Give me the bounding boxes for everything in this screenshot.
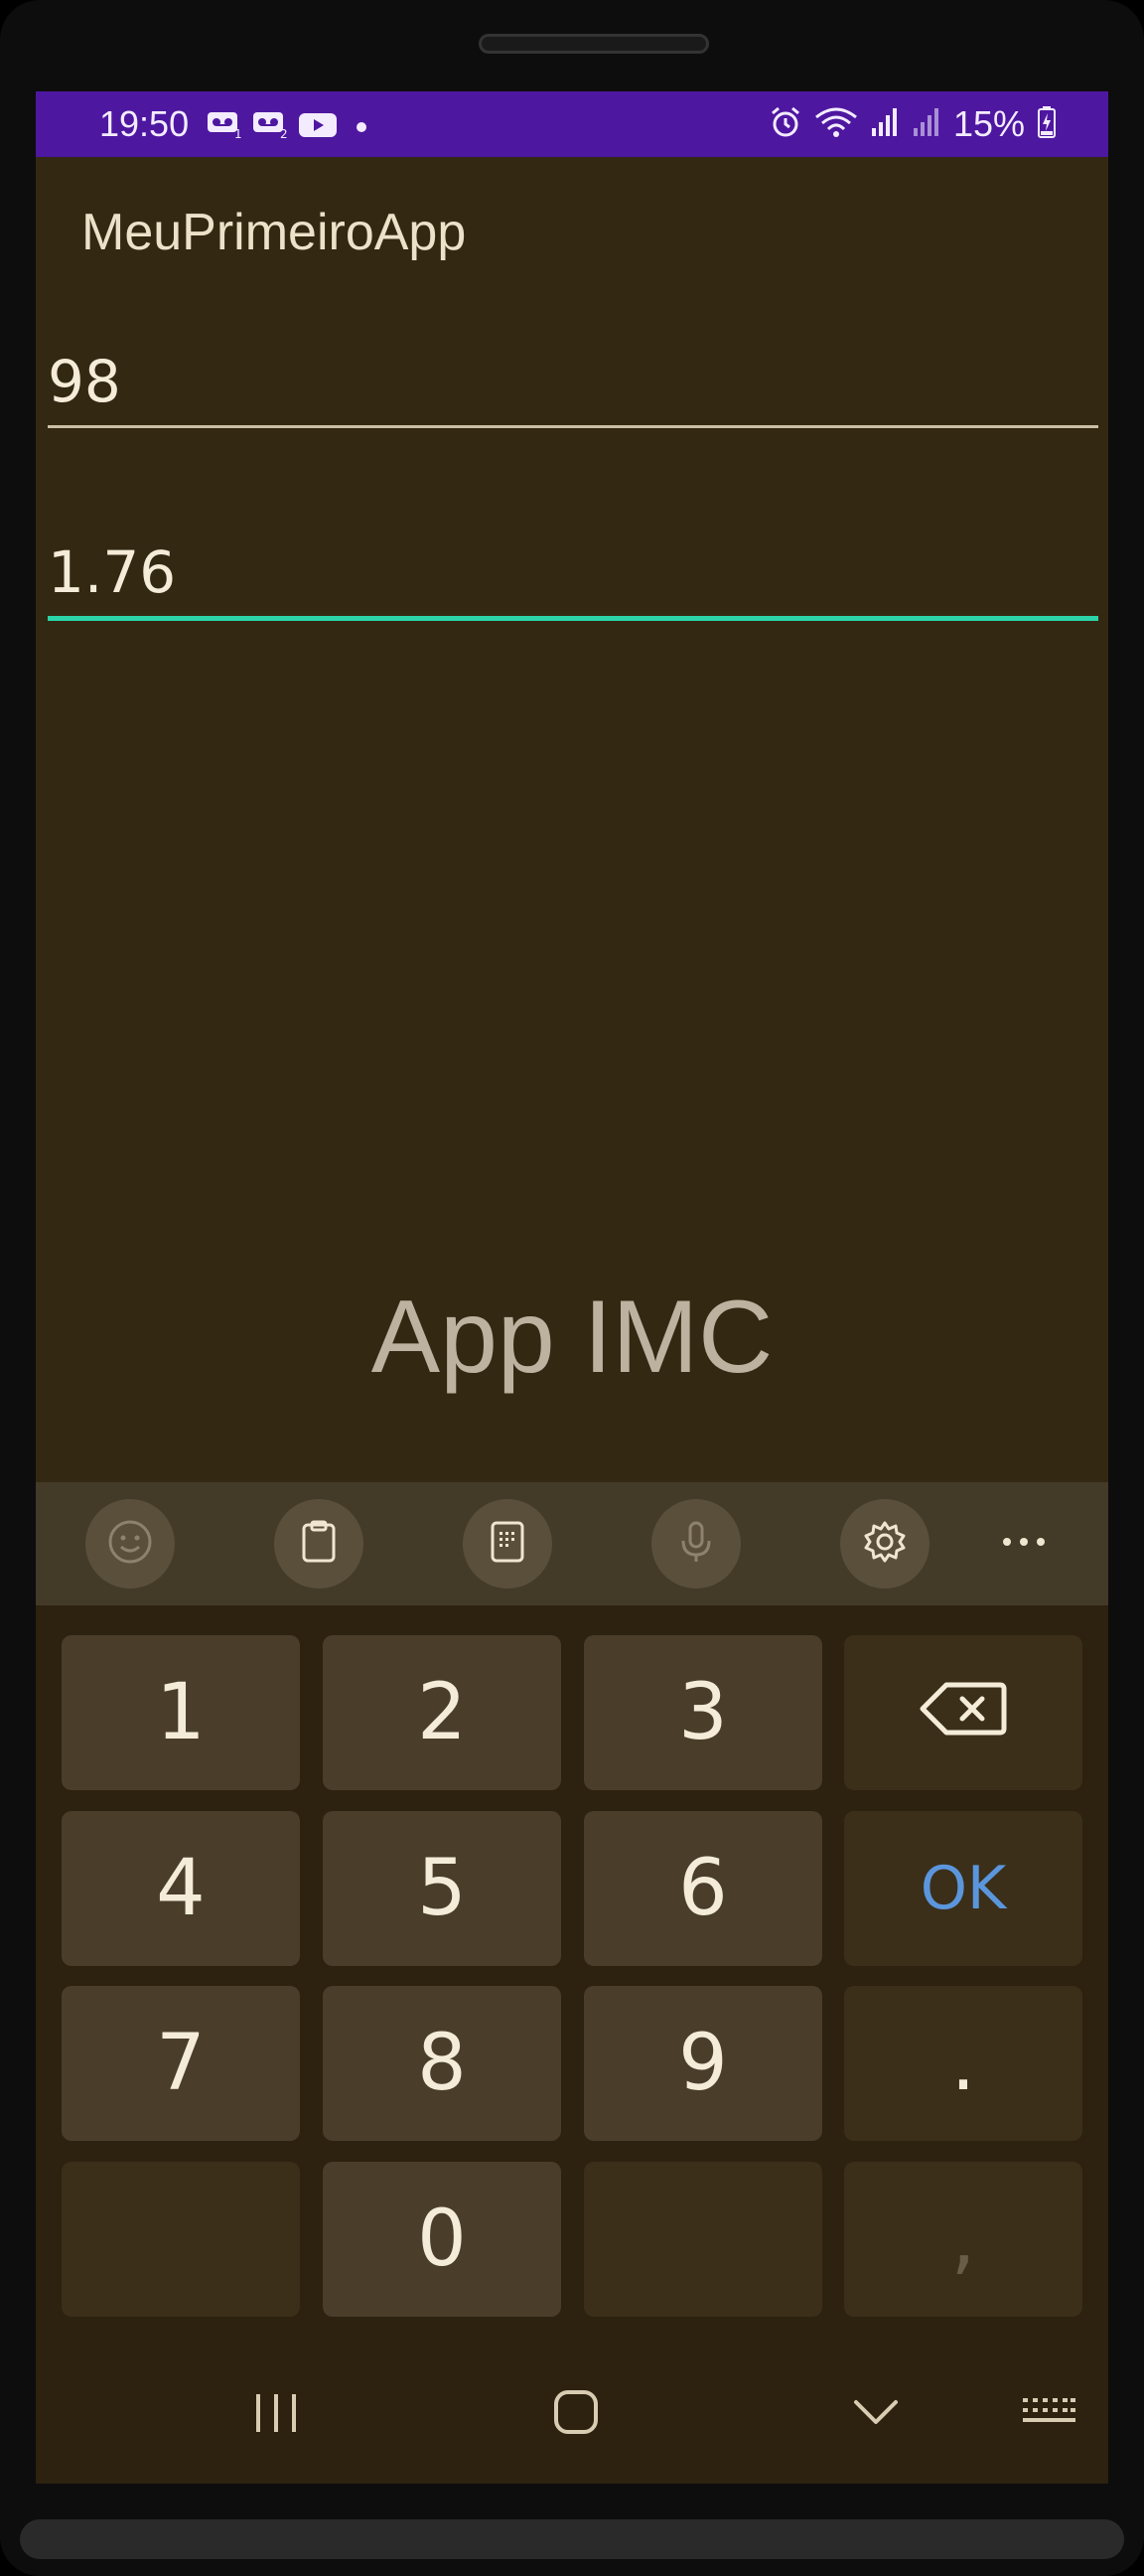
microphone-icon xyxy=(671,1517,721,1571)
key-8[interactable]: 8 xyxy=(323,1986,561,2141)
recent-apps-icon[interactable] xyxy=(252,2390,300,2440)
svg-text:2: 2 xyxy=(280,127,288,139)
empty-key-middle xyxy=(584,2162,822,2317)
earpiece-speaker xyxy=(479,34,709,54)
bottom-bezel-edge xyxy=(20,2519,1124,2559)
key-2[interactable]: 2 xyxy=(323,1635,561,1790)
height-input[interactable]: 1.76 xyxy=(48,538,1098,621)
ok-key[interactable]: OK xyxy=(844,1811,1082,1966)
settings-button[interactable] xyxy=(840,1499,930,1589)
alarm-icon xyxy=(769,105,802,143)
status-time: 19:50 xyxy=(99,103,190,144)
key-4[interactable]: 4 xyxy=(62,1811,300,1966)
key-5[interactable]: 5 xyxy=(323,1811,561,1966)
more-icon xyxy=(999,1533,1049,1552)
keyboard-icon[interactable] xyxy=(1021,2396,1076,2430)
notification-icons: 1 2 xyxy=(207,111,367,143)
emoji-icon xyxy=(105,1517,155,1571)
bottom-bezel xyxy=(0,2484,1144,2576)
system-icons: 15% xyxy=(769,103,1057,145)
weight-input-value: 98 xyxy=(48,348,121,415)
microphone-button[interactable] xyxy=(651,1499,741,1589)
wifi-icon xyxy=(814,105,858,143)
screen: 19:50 1 2 15% MeuPrimeiroApp 98 1.76 App… xyxy=(36,91,1108,2484)
weight-input-underline xyxy=(48,425,1098,428)
numpad-button[interactable] xyxy=(463,1499,552,1589)
height-input-value: 1.76 xyxy=(48,538,177,606)
svg-text:1: 1 xyxy=(234,127,242,139)
phone-frame: 19:50 1 2 15% MeuPrimeiroApp 98 1.76 App… xyxy=(0,0,1144,2576)
key-6[interactable]: 6 xyxy=(584,1811,822,1966)
app-title: MeuPrimeiroApp xyxy=(81,204,467,261)
key-1[interactable]: 1 xyxy=(62,1635,300,1790)
status-bar: 19:50 1 2 15% xyxy=(36,91,1108,157)
back-icon[interactable] xyxy=(852,2396,900,2432)
empty-key-left xyxy=(62,2162,300,2317)
signal-2-icon xyxy=(912,106,941,142)
key-3[interactable]: 3 xyxy=(584,1635,822,1790)
dot-key[interactable]: . xyxy=(844,1986,1082,2141)
battery-charging-icon xyxy=(1037,105,1057,143)
dot-icon xyxy=(356,118,367,137)
numpad-icon xyxy=(483,1517,532,1571)
key-0[interactable]: 0 xyxy=(323,2162,561,2317)
weight-input[interactable]: 98 xyxy=(48,348,1098,428)
emoji-button[interactable] xyxy=(85,1499,175,1589)
key-9[interactable]: 9 xyxy=(584,1986,822,2141)
clipboard-icon xyxy=(294,1517,344,1571)
app-imc-label: App IMC xyxy=(370,1280,774,1395)
settings-icon xyxy=(860,1517,910,1571)
comma-key[interactable]: , xyxy=(844,2162,1082,2317)
home-icon[interactable] xyxy=(552,2388,600,2440)
height-input-underline xyxy=(48,616,1098,621)
battery-percent: 15% xyxy=(952,103,1025,144)
key-7[interactable]: 7 xyxy=(62,1986,300,2141)
numeric-keyboard: 1 2 3 4 5 6 OK 7 8 9 . 0 , xyxy=(36,1605,1108,2484)
voicemail-1-icon: 1 xyxy=(207,111,244,143)
voicemail-2-icon: 2 xyxy=(252,111,290,143)
keyboard-toolbar xyxy=(36,1482,1108,1605)
signal-1-icon xyxy=(870,106,900,142)
clipboard-button[interactable] xyxy=(274,1499,363,1589)
backspace-key[interactable] xyxy=(844,1635,1082,1790)
youtube-icon xyxy=(298,111,338,143)
more-button[interactable] xyxy=(979,1512,1069,1572)
backspace-icon xyxy=(919,1668,1008,1757)
